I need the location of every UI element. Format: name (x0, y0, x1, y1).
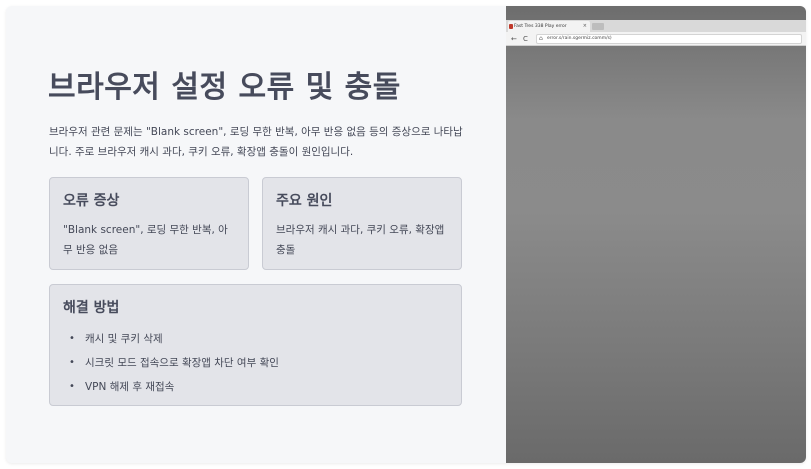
symptom-card-title: 오류 증상 (63, 193, 120, 209)
screenshot-tab-title: Fast Tres 338 Play error (514, 24, 567, 29)
fix-list-item: • 시크릿 모드 접속으로 확장앱 차단 여부 확인 (63, 351, 448, 375)
fix-card-title: 해결 방법 (63, 300, 120, 316)
screenshot-tab-bar: Fast Tres 338 Play error × (506, 20, 806, 32)
screenshot-url-text: error.s/rain.sgermiz.comm/s) (547, 36, 612, 41)
cause-card-body: 브라우저 캐시 과다, 쿠키 오류, 확장앱 충돌 (276, 224, 445, 256)
bullet-icon: • (69, 381, 75, 392)
screenshot-url-field: ⌂ error.s/rain.sgermiz.comm/s) (536, 34, 802, 44)
bullet-icon: • (69, 357, 75, 368)
back-arrow-icon: ← (511, 35, 517, 43)
reload-icon: C (523, 35, 528, 43)
browser-screenshot-image: Fast Tres 338 Play error × ← C ⌂ error.s… (506, 6, 806, 463)
bullet-icon: • (69, 333, 75, 344)
symptom-card-body: "Blank screen", 로딩 무한 반복, 아무 반응 없음 (63, 224, 228, 256)
screenshot-address-bar: ← C ⌂ error.s/rain.sgermiz.comm/s) (506, 32, 806, 46)
fix-item-text: VPN 해제 후 재접속 (85, 381, 175, 393)
cause-card-title: 주요 원인 (276, 193, 333, 209)
cause-card: 주요 원인 브라우저 캐시 과다, 쿠키 오류, 확장앱 충돌 (262, 177, 462, 270)
fix-item-text: 캐시 및 쿠키 삭제 (85, 333, 163, 345)
favicon-icon (509, 24, 513, 29)
home-icon: ⌂ (539, 35, 543, 42)
fix-list-item: • 캐시 및 쿠키 삭제 (63, 327, 448, 351)
slide: 브라우저 설정 오류 및 충돌 브라우저 관련 문제는 "Blank scree… (6, 6, 806, 463)
symptom-card: 오류 증상 "Blank screen", 로딩 무한 반복, 아무 반응 없음 (49, 177, 249, 270)
close-icon: × (582, 23, 587, 29)
fix-item-text: 시크릿 모드 접속으로 확장앱 차단 여부 확인 (85, 357, 279, 369)
new-tab-icon (592, 23, 604, 30)
fix-list: • 캐시 및 쿠키 삭제 • 시크릿 모드 접속으로 확장앱 차단 여부 확인 • V… (63, 327, 448, 399)
fix-list-item: • VPN 해제 후 재접속 (63, 375, 448, 399)
screenshot-tab: Fast Tres 338 Play error × (508, 21, 590, 32)
fix-card: 해결 방법 • 캐시 및 쿠키 삭제 • 시크릿 모드 접속으로 확장앱 차단 여부… (49, 284, 462, 406)
slide-title: 브라우저 설정 오류 및 충돌 (48, 70, 401, 105)
content-pane: 브라우저 설정 오류 및 충돌 브라우저 관련 문제는 "Blank scree… (6, 6, 506, 463)
intro-text: 브라우저 관련 문제는 "Blank screen", 로딩 무한 반복, 아무… (49, 126, 463, 158)
